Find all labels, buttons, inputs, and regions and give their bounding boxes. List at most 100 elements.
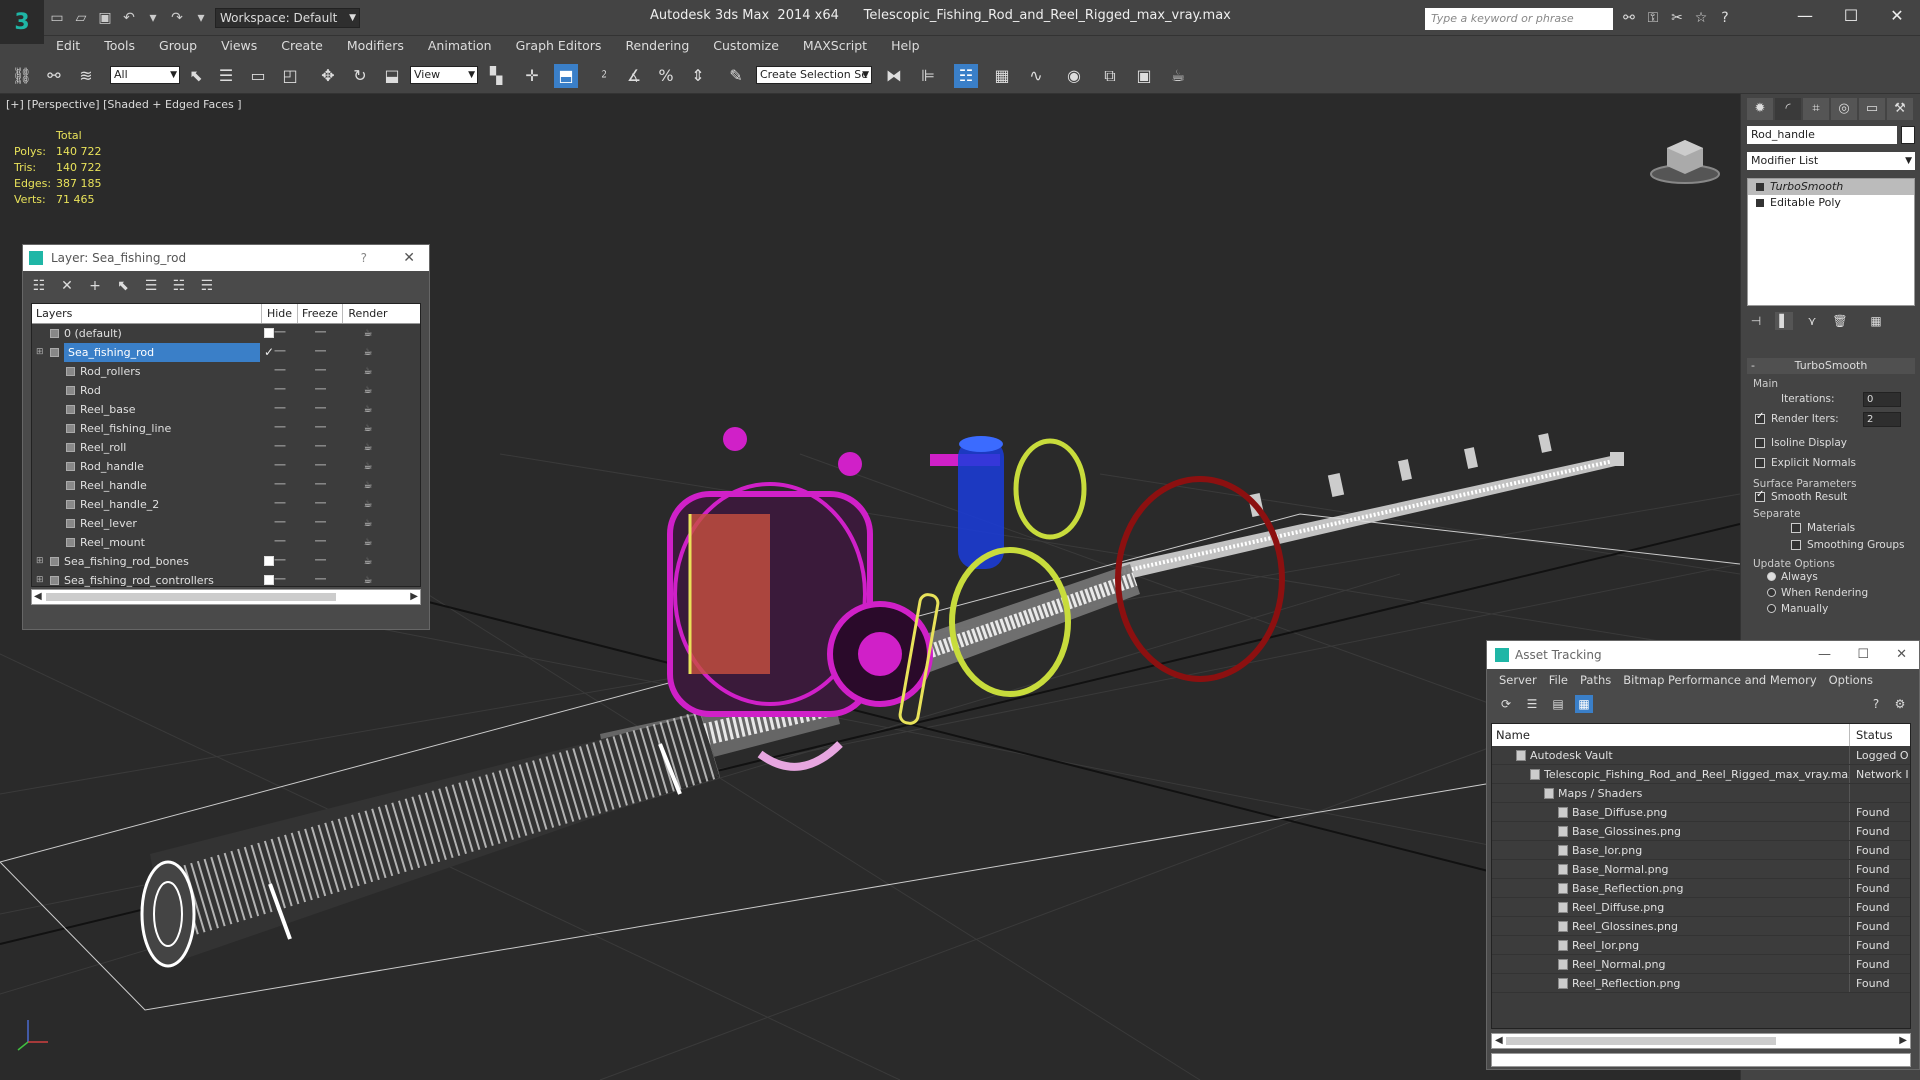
new-file-icon[interactable]: ▭ — [48, 9, 66, 27]
layer-row[interactable]: Reel_mount ━━ ━━ ☕ — [32, 533, 420, 552]
col-hide[interactable]: Hide — [262, 304, 298, 323]
refresh-icon[interactable]: ⟳ — [1497, 695, 1515, 713]
freeze-toggle[interactable]: ━━ — [298, 362, 343, 381]
viewcube-icon[interactable] — [1645, 130, 1725, 190]
asset-menu-options[interactable]: Options — [1823, 669, 1879, 691]
layer-name-cell[interactable]: Reel_base — [32, 400, 262, 419]
motion-tab-icon[interactable]: ◎ — [1831, 98, 1857, 120]
pivot-center-icon[interactable]: ▚ — [484, 64, 508, 88]
unlink-icon[interactable]: ⚯ — [42, 64, 66, 88]
asset-name-cell[interactable]: Maps / Shaders — [1492, 784, 1850, 802]
col-freeze[interactable]: Freeze — [298, 304, 343, 323]
layer-row[interactable]: Reel_base ━━ ━━ ☕ — [32, 400, 420, 419]
layer-horizontal-scrollbar[interactable]: ◀ ▶ — [31, 589, 421, 605]
render-teapot-icon[interactable]: ☕ — [343, 438, 393, 457]
align-icon[interactable]: ⊫ — [916, 64, 940, 88]
render-setup-icon[interactable]: ⧉ — [1098, 64, 1122, 88]
asset-tracking-titlebar[interactable]: Asset Tracking — ☐ ✕ — [1487, 641, 1919, 669]
asset-row[interactable]: Base_Ior.png Found — [1492, 841, 1910, 860]
layer-row[interactable]: Reel_fishing_line ━━ ━━ ☕ — [32, 419, 420, 438]
layer-name-cell[interactable]: Reel_fishing_line — [32, 419, 262, 438]
highlight-layer-icon[interactable]: ☰ — [141, 277, 161, 295]
render-teapot-icon[interactable]: ☕ — [343, 324, 393, 343]
object-name-field[interactable]: Rod_handle — [1747, 126, 1897, 144]
close-icon[interactable]: ✕ — [1896, 641, 1907, 669]
hide-all-layers-icon[interactable]: ☵ — [169, 277, 189, 295]
star-icon[interactable]: ☆ — [1692, 9, 1710, 27]
asset-menu-server[interactable]: Server — [1493, 669, 1543, 691]
modifier-list-dropdown[interactable]: Modifier List ▼ — [1747, 152, 1915, 170]
scroll-thumb[interactable] — [46, 593, 336, 601]
layer-name-cell[interactable]: Reel_mount — [32, 533, 262, 552]
lightbulb-icon[interactable] — [1756, 183, 1764, 191]
asset-horizontal-scrollbar[interactable]: ◀ ▶ — [1491, 1033, 1911, 1049]
layer-row[interactable]: Rod_rollers ━━ ━━ ☕ — [32, 362, 420, 381]
menu-rendering[interactable]: Rendering — [613, 36, 701, 56]
undo-dropdown-icon[interactable]: ▾ — [144, 9, 162, 27]
layer-name-cell[interactable]: ⊞ Sea_fishing_rod — [32, 343, 262, 362]
asset-menu-paths[interactable]: Paths — [1574, 669, 1617, 691]
asset-row[interactable]: Base_Normal.png Found — [1492, 860, 1910, 879]
explicit-normals-checkbox[interactable] — [1755, 458, 1765, 468]
search-input[interactable]: Type a keyword or phrase — [1425, 8, 1613, 30]
layer-name-cell[interactable]: ⊞ Sea_fishing_rod_controllers — [32, 571, 262, 590]
modify-tab-icon[interactable]: ◜ — [1775, 98, 1801, 120]
undo-icon[interactable]: ↶ — [120, 9, 138, 27]
layer-row[interactable]: ⊞ Sea_fishing_rod_bones ━━ ━━ ☕ — [32, 552, 420, 571]
asset-name-cell[interactable]: Reel_Diffuse.png — [1492, 898, 1850, 916]
hide-toggle[interactable]: ━━ — [262, 381, 298, 400]
hide-toggle[interactable]: ━━ — [262, 457, 298, 476]
scroll-left-icon[interactable]: ◀ — [34, 590, 42, 604]
layer-name-cell[interactable]: Reel_lever — [32, 514, 262, 533]
layer-row[interactable]: Reel_roll ━━ ━━ ☕ — [32, 438, 420, 457]
display-tab-icon[interactable]: ▭ — [1859, 98, 1885, 120]
freeze-toggle[interactable]: ━━ — [298, 552, 343, 571]
material-editor-icon[interactable]: ◉ — [1062, 64, 1086, 88]
render-teapot-icon[interactable]: ☕ — [343, 400, 393, 419]
layer-name-cell[interactable]: Rod_rollers — [32, 362, 262, 381]
layer-name-cell[interactable]: Rod — [32, 381, 262, 400]
hide-toggle[interactable]: ━━ — [262, 514, 298, 533]
key-icon[interactable]: ⚿ — [1644, 9, 1662, 27]
col-name[interactable]: Name — [1492, 724, 1850, 746]
layer-manager-icon[interactable]: ☷ — [954, 64, 978, 88]
menu-customize[interactable]: Customize — [701, 36, 791, 56]
maximize-icon[interactable]: ☐ — [1828, 0, 1874, 32]
render-teapot-icon[interactable]: ☕ — [343, 343, 393, 362]
settings-icon[interactable]: ⚙ — [1891, 695, 1909, 713]
scroll-right-icon[interactable]: ▶ — [1899, 1034, 1907, 1048]
window-crossing-icon[interactable]: ◰ — [278, 64, 302, 88]
binoculars-icon[interactable]: ⚯ — [1620, 9, 1638, 27]
menu-help[interactable]: Help — [879, 36, 932, 56]
freeze-all-layers-icon[interactable]: ☴ — [197, 277, 217, 295]
rotate-icon[interactable]: ↻ — [348, 64, 372, 88]
layer-row[interactable]: ⊞ Sea_fishing_rod_controllers ━━ ━━ ☕ — [32, 571, 420, 590]
asset-row[interactable]: Autodesk Vault Logged O — [1492, 746, 1910, 765]
isoline-checkbox[interactable] — [1755, 438, 1765, 448]
render-teapot-icon[interactable]: ☕ — [1166, 64, 1190, 88]
asset-menu-bitmap[interactable]: Bitmap Performance and Memory — [1617, 669, 1822, 691]
render-teapot-icon[interactable]: ☕ — [343, 457, 393, 476]
asset-row[interactable]: Base_Reflection.png Found — [1492, 879, 1910, 898]
snaps-toggle-icon[interactable]: ⁲ — [592, 64, 616, 88]
stack-item-turbosmooth[interactable]: TurboSmooth — [1748, 179, 1914, 195]
add-to-layer-icon[interactable]: + — [85, 277, 105, 295]
layer-name-cell[interactable]: Reel_handle_2 — [32, 495, 262, 514]
hide-toggle[interactable]: ━━ — [262, 495, 298, 514]
always-radio[interactable] — [1767, 572, 1776, 581]
asset-row[interactable]: Telescopic_Fishing_Rod_and_Reel_Rigged_m… — [1492, 765, 1910, 784]
scroll-right-icon[interactable]: ▶ — [410, 590, 418, 604]
redo-dropdown-icon[interactable]: ▾ — [192, 9, 210, 27]
scroll-thumb[interactable] — [1506, 1037, 1776, 1045]
viewcube[interactable] — [1645, 130, 1725, 193]
delete-layer-icon[interactable]: ✕ — [57, 277, 77, 295]
edit-named-selection-icon[interactable]: ✎ — [724, 64, 748, 88]
mirror-icon[interactable]: ⧓ — [882, 64, 906, 88]
asset-name-cell[interactable]: Base_Glossines.png — [1492, 822, 1850, 840]
manually-radio[interactable] — [1767, 604, 1776, 613]
link-icon[interactable]: ⛓ — [10, 64, 34, 88]
make-unique-icon[interactable]: ⋎ — [1803, 312, 1821, 330]
redo-icon[interactable]: ↷ — [168, 9, 186, 27]
list-view-icon[interactable]: ☰ — [1523, 695, 1541, 713]
freeze-toggle[interactable]: ━━ — [298, 381, 343, 400]
